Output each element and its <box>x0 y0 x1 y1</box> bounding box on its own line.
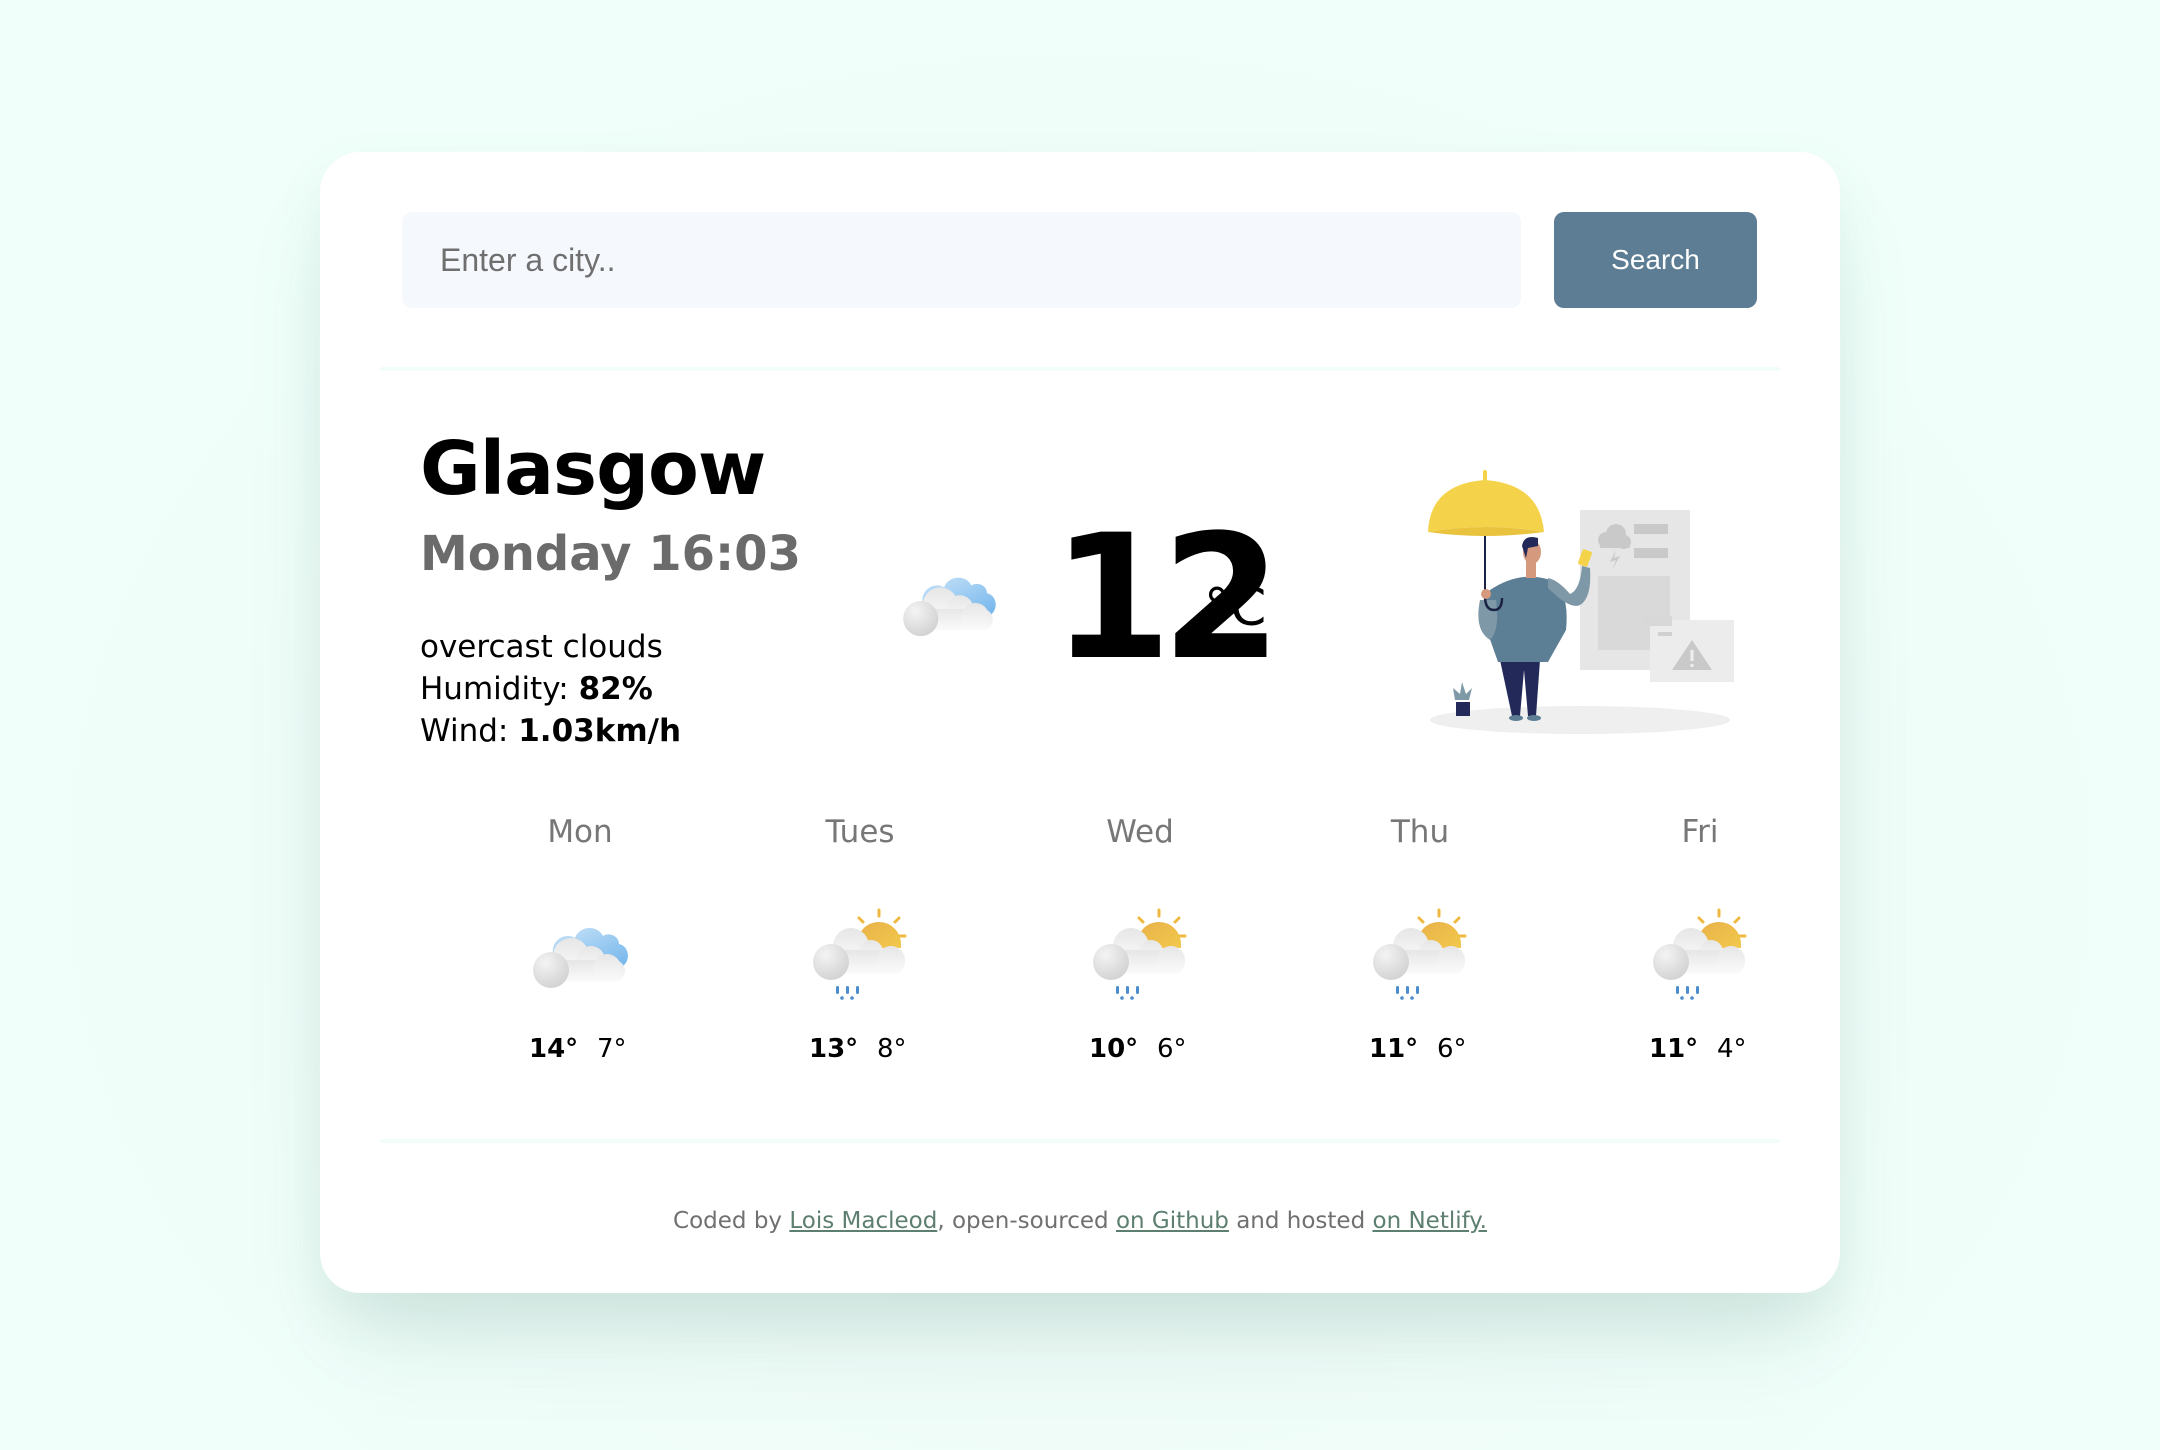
forecast-temps: 14° 7° <box>480 1034 680 1064</box>
sun-cloud-rain-icon <box>1645 904 1755 1004</box>
forecast-max-temp: 10° <box>1089 1034 1139 1064</box>
github-link[interactable]: on Github <box>1116 1208 1229 1234</box>
forecast-day: Mon 14° 7° <box>480 812 680 1064</box>
search-form: Search <box>402 212 1757 308</box>
forecast-min-temp: 8° <box>877 1034 907 1064</box>
forecast-day-name: Fri <box>1681 814 1719 850</box>
humidity-value: 82% <box>578 671 653 707</box>
forecast-day: Fri 11° 4° <box>1600 812 1800 1064</box>
forecast-day: Tues 13° 8° <box>760 812 960 1064</box>
search-button[interactable]: Search <box>1554 212 1757 308</box>
forecast-temps: 11° 4° <box>1600 1034 1800 1064</box>
forecast-day: Wed 10° 6° <box>1040 812 1240 1064</box>
forecast-day-name: Thu <box>1390 814 1450 850</box>
forecast-max-temp: 14° <box>529 1034 579 1064</box>
weather-details: overcast clouds Humidity: 82% Wind: 1.03… <box>420 626 681 752</box>
forecast-day: Thu 11° 6° <box>1320 812 1520 1064</box>
forecast-temps: 10° 6° <box>1040 1034 1240 1064</box>
divider-bottom <box>380 1139 1780 1143</box>
overcast-clouds-icon <box>533 927 628 988</box>
wind-value: 1.03km/h <box>518 713 682 749</box>
forecast-day-name: Tues <box>825 814 895 850</box>
forecast-temps: 11° 6° <box>1320 1034 1520 1064</box>
forecast-max-temp: 11° <box>1649 1034 1699 1064</box>
forecast-temps: 13° 8° <box>760 1034 960 1064</box>
sun-cloud-rain-icon <box>805 904 915 1004</box>
city-search-input[interactable] <box>402 212 1521 308</box>
sun-cloud-rain-icon <box>1085 904 1195 1004</box>
forecast-min-temp: 4° <box>1717 1034 1747 1064</box>
forecast-max-temp: 13° <box>809 1034 859 1064</box>
footer-text: Coded by <box>673 1208 790 1234</box>
city-name: Glasgow <box>420 426 766 512</box>
forecast-min-temp: 6° <box>1157 1034 1187 1064</box>
date-time: Monday 16:03 <box>420 526 801 582</box>
footer-text: , open-sourced <box>937 1208 1116 1234</box>
weather-description: overcast clouds <box>420 629 663 665</box>
forecast: Mon 14° 7° Tues 13° 8° Wed 10° 6° Thu 11… <box>380 812 1780 1112</box>
netlify-link[interactable]: on Netlify. <box>1373 1208 1487 1234</box>
forecast-max-temp: 11° <box>1369 1034 1419 1064</box>
page: Search Glasgow Monday 16:03 overcast clo… <box>0 0 2160 1450</box>
forecast-min-temp: 6° <box>1437 1034 1467 1064</box>
temperature-unit: °C <box>1204 578 1267 638</box>
footer-text: and hosted <box>1228 1208 1373 1234</box>
humidity-label: Humidity: <box>420 671 579 707</box>
forecast-day-name: Wed <box>1106 814 1174 850</box>
sun-cloud-rain-icon <box>1365 904 1475 1004</box>
divider-top <box>380 367 1780 371</box>
weather-card: Search Glasgow Monday 16:03 overcast clo… <box>320 152 1840 1293</box>
forecast-day-name: Mon <box>547 814 613 850</box>
humidity: Humidity: 82% <box>420 668 681 710</box>
forecast-min-temp: 7° <box>597 1034 627 1064</box>
author-link[interactable]: Lois Macleod <box>789 1208 937 1234</box>
overcast-clouds-icon <box>892 564 1006 642</box>
footer: Coded by Lois Macleod, open-sourced on G… <box>320 1208 1840 1234</box>
wind: Wind: 1.03km/h <box>420 710 681 752</box>
umbrella-person-illustration <box>1428 470 1734 734</box>
wind-label: Wind: <box>420 713 519 749</box>
